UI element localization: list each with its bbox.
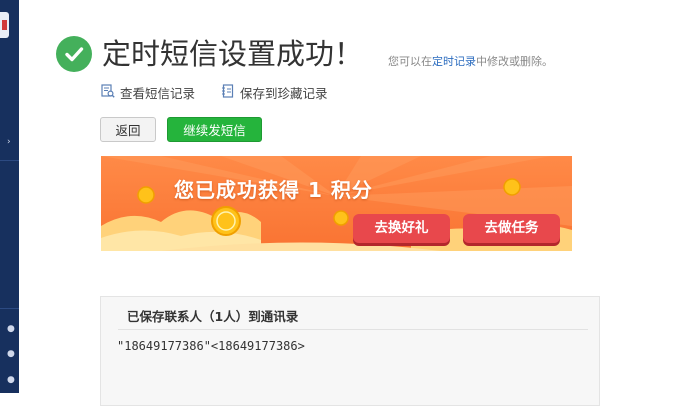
hint-prefix: 您可以在 bbox=[388, 55, 432, 68]
rail-dot-icon[interactable]: ● bbox=[7, 376, 15, 385]
contact-entry: "18649177386"<18649177386> bbox=[117, 339, 305, 353]
rail-arrow-icon[interactable]: › bbox=[7, 138, 11, 147]
save-to-favorites-label: 保存到珍藏记录 bbox=[240, 86, 328, 101]
timed-records-link[interactable]: 定时记录 bbox=[432, 55, 476, 68]
rail-dot-icon[interactable]: ● bbox=[7, 350, 15, 359]
rail-dot-icon[interactable]: ● bbox=[7, 325, 15, 334]
save-to-favorites-link[interactable]: 保存到珍藏记录 bbox=[221, 83, 328, 102]
continue-sending-button[interactable]: 继续发短信 bbox=[167, 117, 262, 142]
exchange-gift-button[interactable]: 去换好礼 bbox=[353, 214, 450, 243]
coin-icon bbox=[211, 206, 241, 240]
saved-contacts-heading: 已保存联系人（1人）到通讯录 bbox=[127, 309, 299, 324]
hint-suffix: 中修改或删除。 bbox=[476, 55, 553, 68]
check-circle-icon bbox=[56, 36, 92, 72]
do-tasks-button[interactable]: 去做任务 bbox=[463, 214, 560, 243]
rail-divider bbox=[0, 308, 19, 309]
back-button[interactable]: 返回 bbox=[100, 117, 156, 142]
saved-contacts-panel: 已保存联系人（1人）到通讯录 "18649177386"<18649177386… bbox=[100, 296, 600, 406]
view-sms-records-label: 查看短信记录 bbox=[120, 86, 196, 101]
view-sms-records-link[interactable]: 查看短信记录 bbox=[101, 83, 195, 102]
coin-icon bbox=[333, 210, 349, 230]
search-document-icon bbox=[101, 84, 115, 101]
sidebar-rail: › ● ● ● bbox=[0, 0, 19, 393]
success-title-row: 定时短信设置成功！ bbox=[56, 34, 363, 74]
coin-icon bbox=[137, 186, 155, 208]
panel-divider bbox=[118, 329, 588, 330]
app-logo bbox=[0, 12, 9, 38]
rail-divider bbox=[0, 160, 19, 161]
coin-icon bbox=[503, 178, 521, 200]
points-earned-text: 您已成功获得 1 积分 bbox=[174, 178, 373, 202]
notebook-icon bbox=[221, 84, 235, 101]
edit-hint: 您可以在定时记录中修改或删除。 bbox=[388, 53, 553, 69]
page-title: 定时短信设置成功！ bbox=[102, 37, 364, 71]
points-banner: 您已成功获得 1 积分 去换好礼 去做任务 bbox=[101, 156, 572, 251]
quick-links: 查看短信记录 保存到珍藏记录 bbox=[101, 83, 328, 102]
